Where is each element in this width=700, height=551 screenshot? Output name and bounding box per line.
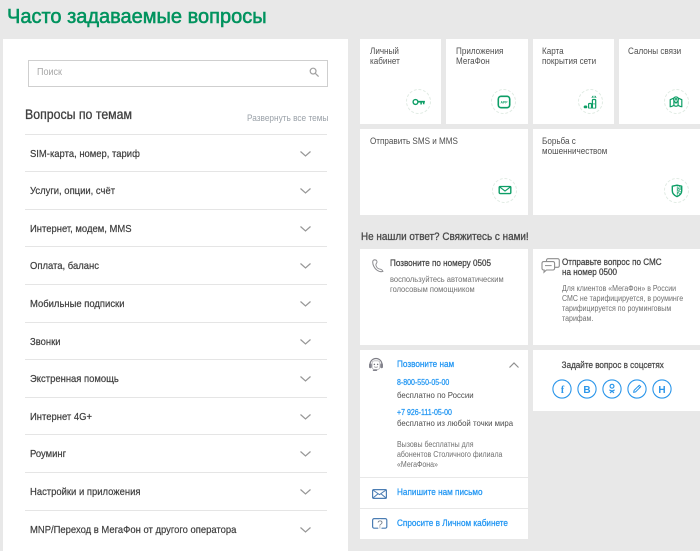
svg-text:В: В: [583, 385, 590, 396]
svg-text:APP: APP: [500, 100, 508, 104]
svg-text:?: ?: [377, 519, 383, 530]
svg-text:Н: Н: [659, 385, 666, 396]
